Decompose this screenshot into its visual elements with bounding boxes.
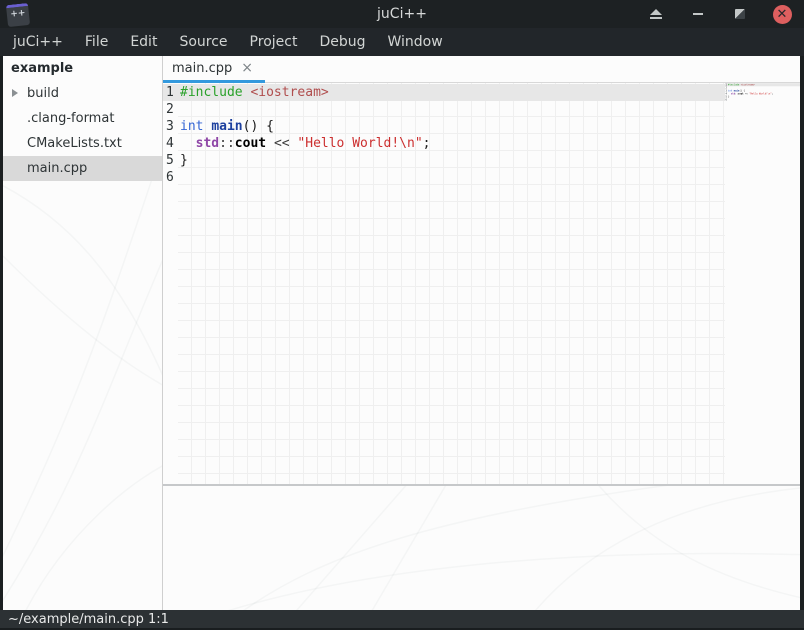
tree-item-label: main.cpp — [27, 161, 87, 176]
content: example build .clang-format CMakeLists.txt… — [3, 56, 800, 610]
minimize-icon — [693, 13, 703, 15]
statusbar: ~/example/main.cpp 1:1 — [0, 610, 804, 630]
code-line: 6 — [725, 98, 800, 101]
editor: 1#include <iostream>23int main() {4 std:… — [163, 83, 800, 484]
code-line: 3int main() { — [163, 118, 725, 135]
main-column: main.cpp × 1#include <iostream>23int mai… — [163, 56, 800, 610]
minimap[interactable]: 1#include <iostream>23int main() {4 std:… — [725, 83, 800, 484]
shade-button[interactable] — [642, 2, 670, 26]
line-number: 3 — [163, 118, 177, 135]
line-number: 1 — [163, 84, 177, 101]
menu-item-file[interactable]: File — [74, 28, 119, 56]
line-text — [177, 101, 180, 118]
close-button[interactable]: ✕ — [768, 2, 796, 26]
menubar: juCi++FileEditSourceProjectDebugWindow — [0, 28, 804, 56]
code-line: 5} — [163, 152, 725, 169]
code-lines: 1#include <iostream>23int main() {4 std:… — [163, 83, 725, 186]
tabbar: main.cpp × — [163, 56, 800, 83]
tab-label: main.cpp — [172, 61, 232, 76]
code-line: 6 — [163, 169, 725, 186]
menu-item-window[interactable]: Window — [377, 28, 454, 56]
tree-item-label: .clang-format — [27, 111, 114, 126]
line-number: 6 — [163, 169, 177, 186]
background-texture — [163, 486, 800, 610]
line-number: 2 — [163, 101, 177, 118]
tree-item-cmakelists-txt[interactable]: CMakeLists.txt — [3, 131, 162, 156]
tree-item--clang-format[interactable]: .clang-format — [3, 106, 162, 131]
line-text — [728, 98, 729, 101]
line-text — [177, 169, 180, 186]
tab-close-icon[interactable]: × — [241, 61, 253, 75]
menu-item-project[interactable]: Project — [239, 28, 309, 56]
terminal-pane[interactable] — [163, 486, 800, 610]
menu-item-source[interactable]: Source — [168, 28, 238, 56]
line-text: std::cout << "Hello World!\n"; — [728, 92, 774, 95]
code-line: 1#include <iostream> — [163, 84, 725, 101]
status-file-position: ~/example/main.cpp 1:1 — [8, 612, 169, 627]
tree-item-build[interactable]: build — [3, 81, 162, 106]
eject-icon — [650, 9, 662, 19]
minimize-button[interactable] — [684, 2, 712, 26]
titlebar[interactable]: ++ juCi++ ✕ — [0, 0, 804, 28]
juci-window: ++ juCi++ ✕ juCi++FileEditSourceProjectD… — [0, 0, 804, 630]
close-icon: ✕ — [773, 5, 792, 24]
line-text: int main() { — [177, 118, 274, 135]
menu-item-debug[interactable]: Debug — [308, 28, 376, 56]
file-tree-panel: example build .clang-format CMakeLists.txt… — [3, 56, 163, 610]
line-text: std::cout << "Hello World!\n"; — [177, 135, 430, 152]
minimap-content: 1#include <iostream>23int main() {4 std:… — [725, 83, 800, 102]
line-number: 4 — [163, 135, 177, 152]
source-view[interactable]: 1#include <iostream>23int main() {4 std:… — [163, 83, 725, 484]
code-line: 2 — [163, 101, 725, 118]
code-line: 4 std::cout << "Hello World!\n"; — [163, 135, 725, 152]
line-number: 5 — [163, 152, 177, 169]
line-text: #include <iostream> — [177, 84, 329, 101]
tree-root-example[interactable]: example — [3, 56, 162, 81]
line-text: #include <iostream> — [728, 83, 755, 86]
tab-main-cpp[interactable]: main.cpp × — [163, 56, 265, 83]
menu-item-edit[interactable]: Edit — [119, 28, 168, 56]
restore-icon — [735, 9, 745, 19]
tree-item-label: build — [27, 86, 59, 101]
line-text: } — [177, 152, 188, 169]
restore-button[interactable] — [726, 2, 754, 26]
expander-icon[interactable] — [12, 89, 18, 97]
menu-item-juci[interactable]: juCi++ — [2, 28, 74, 56]
tree-item-main-cpp[interactable]: main.cpp — [3, 156, 162, 181]
window-body: example build .clang-format CMakeLists.txt… — [0, 56, 804, 610]
window-controls: ✕ — [642, 0, 796, 28]
file-tree: example build .clang-format CMakeLists.txt… — [3, 56, 162, 181]
tree-item-label: CMakeLists.txt — [27, 136, 122, 151]
